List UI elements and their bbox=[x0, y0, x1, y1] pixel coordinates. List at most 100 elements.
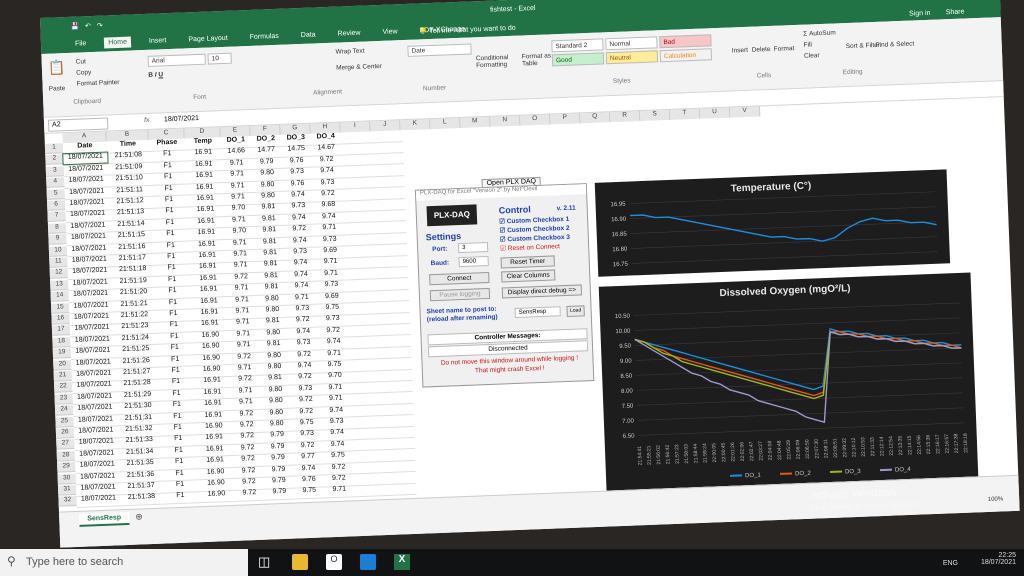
table-cell[interactable]: 9.71 bbox=[315, 258, 345, 269]
table-cell[interactable]: 9.71 bbox=[316, 269, 346, 280]
table-cell[interactable]: 9.74 bbox=[285, 236, 315, 247]
header-cell[interactable]: Phase bbox=[149, 139, 185, 150]
style-neutral[interactable]: Neutral bbox=[605, 50, 659, 65]
table-cell[interactable]: 9.81 bbox=[259, 340, 289, 351]
table-cell[interactable]: 9.77 bbox=[293, 453, 323, 464]
row-header[interactable]: 15 bbox=[50, 302, 70, 314]
table-cell[interactable]: 9.72 bbox=[229, 352, 259, 363]
row-header[interactable]: 22 bbox=[54, 382, 73, 394]
table-cell[interactable]: 9.72 bbox=[318, 326, 348, 337]
table-cell[interactable]: 21:51:15 bbox=[110, 231, 152, 243]
table-cell[interactable]: 21:51:29 bbox=[116, 391, 158, 403]
row-header[interactable]: 29 bbox=[57, 462, 76, 473]
table-cell[interactable]: 9.80 bbox=[261, 408, 291, 419]
table-cell[interactable]: 9.71 bbox=[320, 383, 350, 394]
table-cell[interactable]: 18/07/2021 bbox=[69, 312, 113, 324]
table-cell[interactable]: 18/07/2021 bbox=[70, 324, 114, 336]
header-cell[interactable]: Temp bbox=[185, 137, 221, 148]
table-cell[interactable]: 9.72 bbox=[234, 478, 264, 489]
table-cell[interactable]: 9.76 bbox=[294, 475, 324, 486]
table-cell[interactable]: 9.79 bbox=[262, 431, 292, 442]
table-cell[interactable]: F1 bbox=[153, 241, 189, 252]
merge-center-button[interactable]: Merge & Center bbox=[336, 63, 382, 72]
excel-taskbar-icon[interactable]: X bbox=[394, 554, 410, 570]
table-cell[interactable]: 16.90 bbox=[192, 331, 228, 342]
table-cell[interactable]: 21:51:32 bbox=[118, 425, 160, 437]
tab-formulas[interactable]: Formulas bbox=[245, 31, 283, 43]
clock-date[interactable]: 18/07/2021 bbox=[981, 559, 1016, 566]
share-button[interactable]: Share bbox=[946, 9, 965, 17]
table-cell[interactable]: F1 bbox=[158, 389, 194, 400]
table-cell[interactable]: 9.74 bbox=[286, 282, 316, 293]
table-cell[interactable]: 9.71 bbox=[222, 182, 252, 193]
table-cell[interactable]: 21:51:33 bbox=[118, 436, 160, 448]
table-cell[interactable]: 9.79 bbox=[264, 477, 294, 488]
table-cell[interactable]: 9.75 bbox=[294, 487, 324, 498]
table-cell[interactable]: 9.74 bbox=[288, 327, 318, 338]
row-header[interactable]: 4 bbox=[46, 177, 65, 189]
row-header[interactable]: 21 bbox=[53, 371, 72, 382]
style-bad[interactable]: Bad bbox=[659, 34, 712, 49]
table-cell[interactable]: 21:51:25 bbox=[115, 345, 157, 357]
table-cell[interactable]: F1 bbox=[151, 184, 187, 195]
fill-button[interactable]: Fill bbox=[803, 41, 812, 48]
delete-cells-button[interactable]: Delete bbox=[752, 46, 771, 54]
redo-icon[interactable]: ↷ bbox=[97, 22, 103, 30]
table-cell[interactable]: 21:51:26 bbox=[115, 356, 157, 368]
table-cell[interactable]: 9.71 bbox=[319, 349, 349, 360]
table-cell[interactable]: 9.72 bbox=[284, 225, 314, 236]
table-cell[interactable]: 16.90 bbox=[196, 422, 232, 433]
header-cell[interactable]: DO_4 bbox=[311, 133, 341, 144]
table-cell[interactable]: 21:51:22 bbox=[113, 311, 155, 323]
table-cell[interactable]: F1 bbox=[159, 401, 195, 412]
table-cell[interactable]: 21:51:17 bbox=[111, 254, 153, 266]
row-header[interactable]: 16 bbox=[51, 314, 70, 325]
table-cell[interactable]: F1 bbox=[161, 457, 197, 468]
table-cell[interactable]: 16.91 bbox=[186, 160, 222, 171]
table-cell[interactable]: 18/07/2021 bbox=[70, 335, 114, 347]
table-cell[interactable]: 21:51:19 bbox=[112, 277, 154, 289]
table-cell[interactable]: 9.80 bbox=[261, 397, 291, 408]
table-cell[interactable]: 16.90 bbox=[193, 365, 229, 376]
table-cell[interactable]: 9.75 bbox=[319, 360, 349, 371]
table-cell[interactable]: 18/07/2021 bbox=[68, 278, 112, 290]
row-header[interactable]: 27 bbox=[56, 439, 75, 451]
table-cell[interactable]: 9.73 bbox=[315, 235, 345, 246]
table-cell[interactable]: 9.81 bbox=[254, 226, 284, 237]
style-standard-2[interactable]: Standard 2 bbox=[551, 38, 604, 53]
table-cell[interactable]: 9.68 bbox=[313, 201, 343, 212]
tab-review[interactable]: Review bbox=[333, 28, 364, 40]
table-cell[interactable]: 21:51:35 bbox=[119, 459, 161, 471]
table-cell[interactable]: 9.75 bbox=[317, 303, 347, 314]
autosum-button[interactable]: Σ AutoSum bbox=[803, 29, 836, 37]
table-cell[interactable]: 9.70 bbox=[320, 372, 350, 383]
row-header[interactable]: 2 bbox=[45, 154, 64, 166]
table-cell[interactable]: 9.72 bbox=[292, 441, 322, 452]
table-cell[interactable]: F1 bbox=[151, 195, 187, 206]
column-header-T[interactable]: T bbox=[669, 108, 701, 120]
table-cell[interactable]: F1 bbox=[157, 355, 193, 366]
table-cell[interactable]: 9.72 bbox=[226, 273, 256, 284]
column-header-J[interactable]: J bbox=[370, 120, 401, 132]
table-cell[interactable]: 18/07/2021 bbox=[76, 495, 120, 507]
table-cell[interactable]: 9.73 bbox=[287, 305, 317, 316]
table-cell[interactable]: 16.91 bbox=[195, 399, 231, 410]
column-header-O[interactable]: O bbox=[520, 114, 551, 126]
table-cell[interactable]: 9.72 bbox=[324, 474, 354, 485]
table-cell[interactable]: F1 bbox=[152, 218, 188, 229]
table-cell[interactable]: 14.67 bbox=[311, 144, 341, 155]
table-cell[interactable]: 9.73 bbox=[282, 168, 312, 179]
table-cell[interactable]: 9.72 bbox=[290, 373, 320, 384]
zoom-level[interactable]: 100% bbox=[988, 496, 1004, 503]
dissolved-oxygen-chart[interactable]: Dissolved Oxygen (mgO²/L) 10.50 10.00 9.50… bbox=[598, 272, 979, 491]
table-cell[interactable]: 9.72 bbox=[291, 407, 321, 418]
table-cell[interactable]: 21:51:28 bbox=[116, 379, 158, 391]
table-cell[interactable]: 18/07/2021 bbox=[69, 290, 113, 302]
table-cell[interactable]: 16.91 bbox=[190, 262, 226, 273]
table-cell[interactable]: 9.79 bbox=[264, 488, 294, 499]
table-cell[interactable]: 21:51:10 bbox=[108, 174, 150, 186]
table-cell[interactable]: 18/07/2021 bbox=[64, 164, 108, 176]
table-cell[interactable]: 9.80 bbox=[260, 385, 290, 396]
table-cell[interactable]: 9.70 bbox=[223, 204, 253, 215]
table-cell[interactable]: 9.81 bbox=[255, 249, 285, 260]
